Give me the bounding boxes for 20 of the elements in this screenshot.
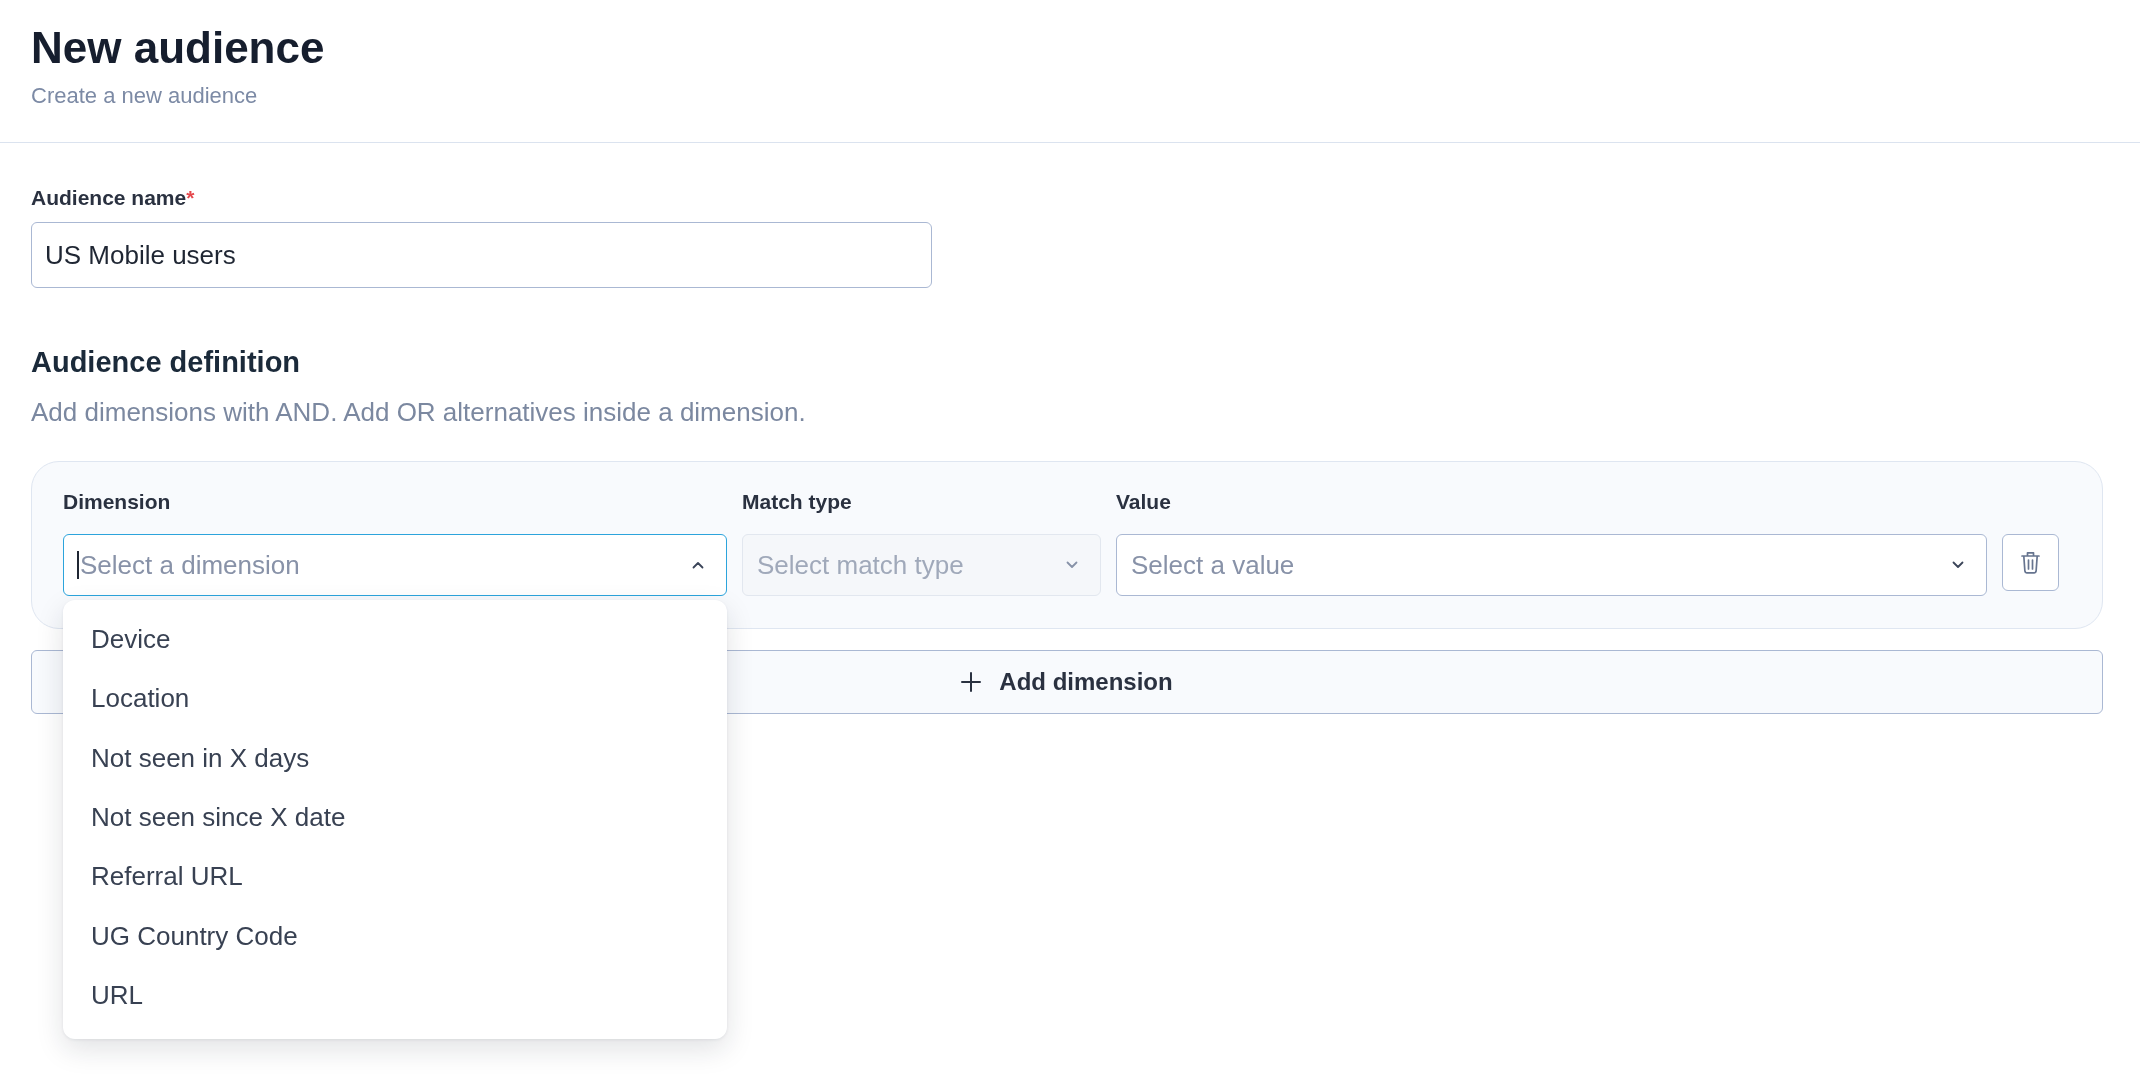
trash-icon: [2021, 551, 2040, 574]
field-label: Dimension: [63, 489, 171, 515]
dropdown-field[interactable]: Select a dimension: [63, 534, 727, 596]
page-subtitle: Create a new audience: [31, 82, 258, 110]
plus-icon: [961, 672, 982, 692]
field-label: Match type: [742, 489, 852, 515]
dropdown-option[interactable]: Not seen since X date: [63, 787, 727, 848]
dropdown-option[interactable]: URL: [63, 965, 727, 1026]
field-label: Value: [1116, 489, 1171, 515]
dropdown-option[interactable]: UG Country Code: [63, 906, 727, 966]
name-input[interactable]: US Mobile users: [31, 222, 932, 288]
dropdown-option[interactable]: Referral URL: [63, 847, 727, 907]
section-description: Add dimensions with AND. Add OR alternatives inside a dimension.: [31, 396, 806, 429]
text-cursor-icon: [77, 551, 79, 579]
dropdown-field[interactable]: Select a value: [1116, 534, 1987, 596]
section-title: Audience definition: [31, 345, 301, 380]
field-label: Audience name*: [31, 185, 195, 211]
delete-button[interactable]: [2002, 534, 2059, 591]
dropdown-option[interactable]: Not seen in X days: [63, 728, 727, 788]
page-title: New audience: [31, 22, 325, 74]
